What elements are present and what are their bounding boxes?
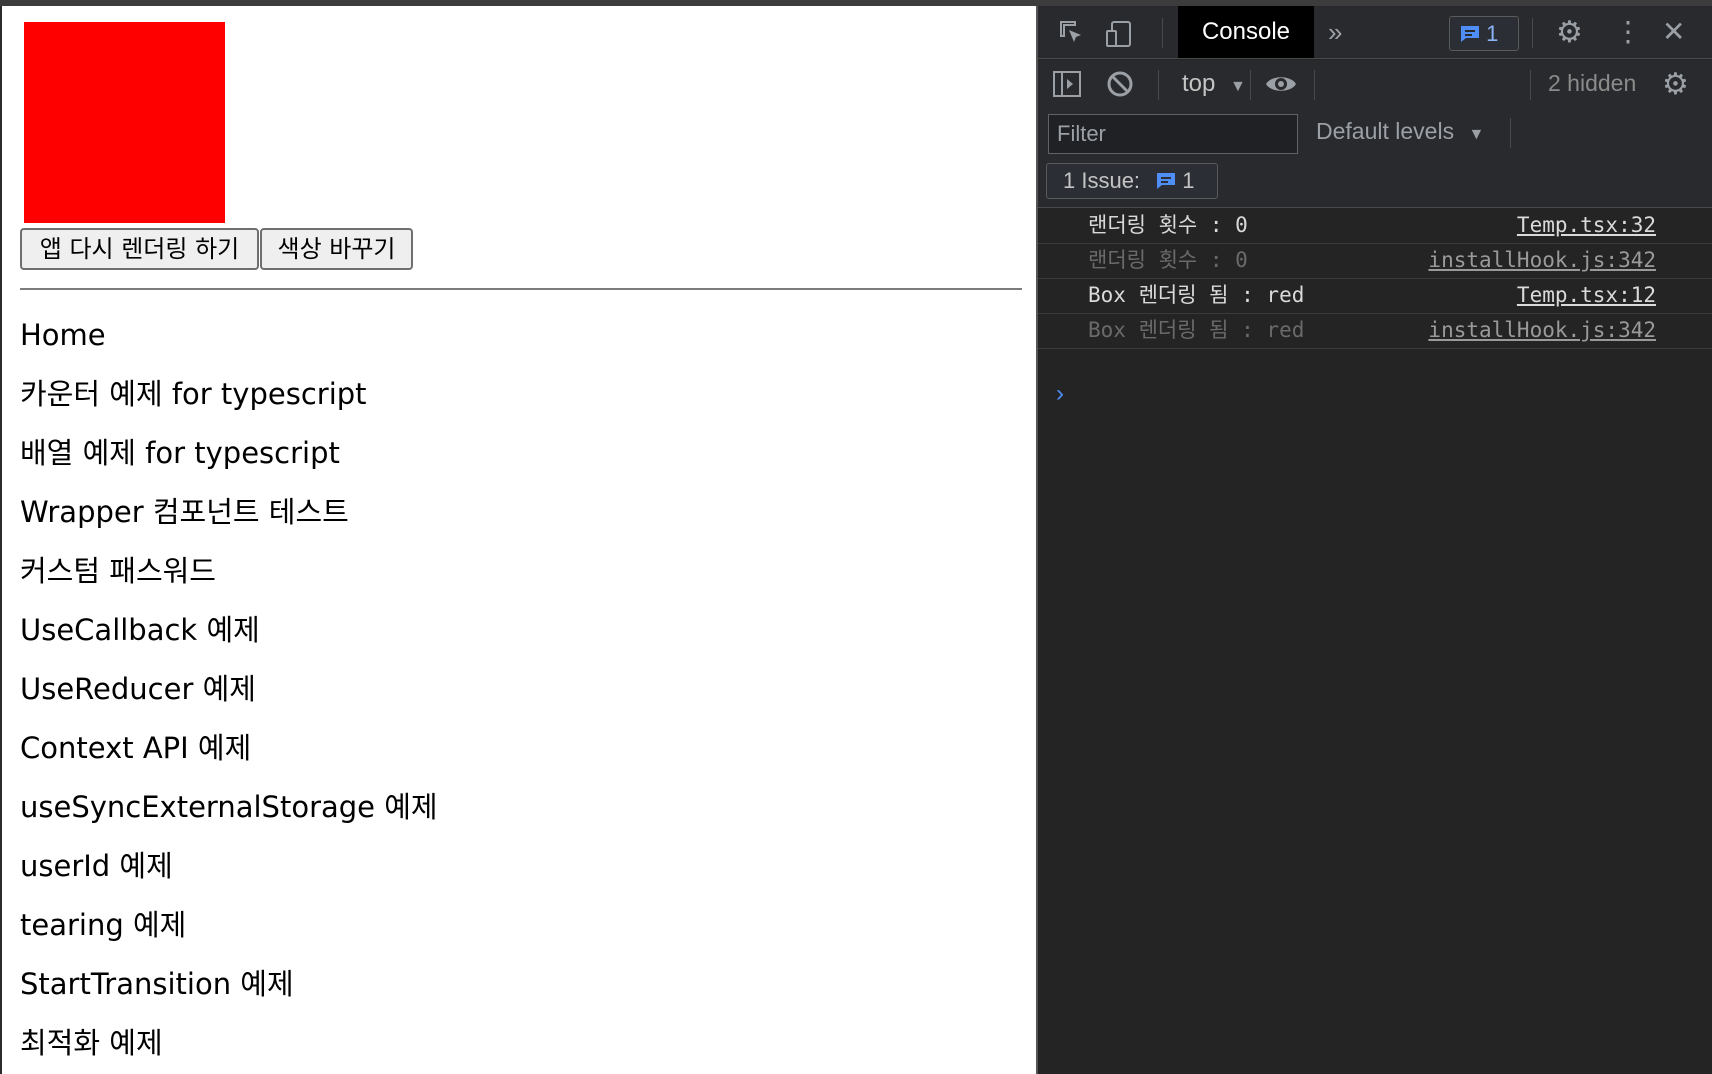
filter-input[interactable]: Filter — [1048, 114, 1298, 154]
log-source-link[interactable]: Temp.tsx:32 — [1517, 206, 1656, 244]
nav-list: Home 카운터 예제 for typescript 배열 예제 for typ… — [20, 311, 438, 1074]
issues-label: 1 Issue: — [1063, 168, 1141, 193]
separator — [1158, 70, 1159, 100]
log-source-link[interactable]: Temp.tsx:12 — [1517, 276, 1656, 314]
message-icon — [1156, 168, 1182, 193]
chevron-double-right-icon[interactable]: » — [1328, 19, 1342, 45]
log-message: Box 렌더링 됨 : red — [1088, 283, 1305, 307]
sidebar-toggle-icon[interactable] — [1052, 70, 1082, 102]
nav-item-usecallback[interactable]: UseCallback 예제 — [20, 606, 438, 665]
device-toolbar-icon[interactable] — [1104, 19, 1134, 53]
tab-console[interactable]: Console — [1178, 6, 1314, 58]
console-settings-gear-icon[interactable]: ⚙ — [1662, 70, 1689, 100]
console-log-row: Box 렌더링 됨 : red Temp.tsx:12 — [1038, 276, 1712, 314]
nav-item-custom-password[interactable]: 커스텀 패스워드 — [20, 547, 438, 606]
change-color-button[interactable]: 색상 바꾸기 — [260, 228, 413, 270]
log-levels-label: Default levels — [1316, 118, 1455, 144]
log-source-link[interactable]: installHook.js:342 — [1428, 311, 1656, 349]
nav-item-starttransition[interactable]: StartTransition 예제 — [20, 960, 438, 1019]
context-selector[interactable]: top ▼ — [1182, 70, 1246, 98]
inspect-element-icon[interactable] — [1058, 19, 1086, 51]
message-icon — [1460, 21, 1486, 46]
nav-item-optimization[interactable]: 최적화 예제 — [20, 1019, 438, 1074]
separator — [1510, 118, 1511, 148]
log-message: Box 렌더링 됨 : red — [1088, 318, 1305, 342]
devtools-panel: Console » 1 ⚙ ⋮ ✕ top ▼ 2 hidden ⚙ Filte… — [1036, 6, 1712, 1074]
console-prompt-chevron-right-icon[interactable]: › — [1056, 380, 1064, 408]
close-icon[interactable]: ✕ — [1662, 18, 1685, 46]
nav-item-context-api[interactable]: Context API 예제 — [20, 724, 438, 783]
console-toolbar: top ▼ 2 hidden ⚙ — [1038, 60, 1712, 110]
console-log-row: Box 렌더링 됨 : red installHook.js:342 — [1038, 311, 1712, 349]
log-levels-dropdown[interactable]: Default levels ▼ — [1316, 118, 1484, 145]
dropdown-arrow-icon: ▼ — [1230, 78, 1246, 95]
eye-icon[interactable] — [1264, 70, 1298, 102]
log-source-link[interactable]: installHook.js:342 — [1428, 241, 1656, 279]
separator — [1314, 70, 1315, 100]
devtools-tab-bar: Console » 1 ⚙ ⋮ ✕ — [1038, 6, 1712, 59]
nav-item-tearing[interactable]: tearing 예제 — [20, 901, 438, 960]
nav-item-userid[interactable]: userId 예제 — [20, 842, 438, 901]
separator — [1162, 18, 1163, 48]
issues-count: 1 — [1182, 168, 1195, 193]
rerender-app-button[interactable]: 앱 다시 렌더링 하기 — [20, 228, 259, 270]
hidden-messages-count: 2 hidden — [1548, 70, 1637, 96]
nav-item-array[interactable]: 배열 예제 for typescript — [20, 429, 438, 488]
log-message: 랜더링 횟수 : 0 — [1088, 248, 1248, 272]
log-message: 랜더링 횟수 : 0 — [1088, 213, 1248, 237]
nav-item-usereducer[interactable]: UseReducer 예제 — [20, 665, 438, 724]
color-box — [24, 22, 225, 223]
separator — [1532, 18, 1533, 48]
nav-item-usesyncexternalstorage[interactable]: useSyncExternalStorage 예제 — [20, 783, 438, 842]
console-filter-bar: Filter Default levels ▼ — [1038, 110, 1712, 160]
dropdown-arrow-icon: ▼ — [1468, 126, 1485, 143]
clear-console-icon[interactable] — [1106, 70, 1134, 102]
app-viewport: 앱 다시 렌더링 하기 색상 바꾸기 Home 카운터 예제 for types… — [0, 6, 1036, 1074]
kebab-menu-icon[interactable]: ⋮ — [1614, 18, 1642, 46]
separator — [1530, 70, 1531, 100]
divider — [20, 288, 1022, 290]
console-log-row: 랜더링 횟수 : 0 Temp.tsx:32 — [1038, 206, 1712, 244]
gear-icon[interactable]: ⚙ — [1556, 18, 1583, 48]
console-log-row: 랜더링 횟수 : 0 installHook.js:342 — [1038, 241, 1712, 279]
issues-button[interactable]: 1 Issue: 1 — [1046, 163, 1218, 199]
nav-item-home[interactable]: Home — [20, 311, 438, 370]
context-selector-label: top — [1182, 70, 1216, 97]
issues-badge-count: 1 — [1486, 21, 1499, 46]
separator — [1250, 70, 1251, 100]
issues-badge[interactable]: 1 — [1449, 16, 1519, 51]
nav-item-counter[interactable]: 카운터 예제 for typescript — [20, 370, 438, 429]
issues-bar: 1 Issue: 1 — [1038, 160, 1712, 208]
nav-item-wrapper[interactable]: Wrapper 컴포넌트 테스트 — [20, 488, 438, 547]
